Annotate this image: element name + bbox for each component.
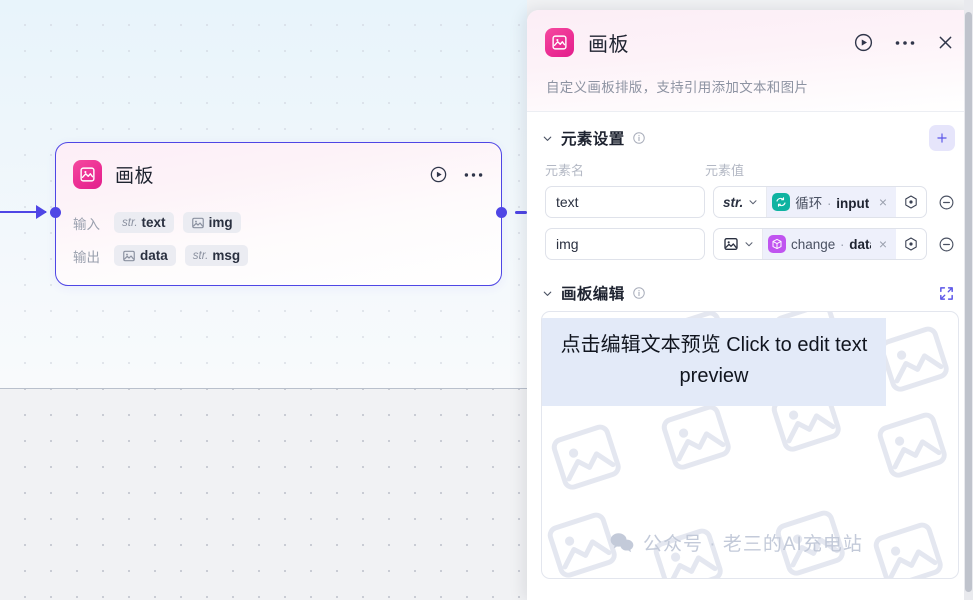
cube-icon xyxy=(768,235,786,253)
canvas-edit-title: 画板编辑 xyxy=(561,286,625,303)
node-body: 输入 str. text img 输出 data str. msg xyxy=(56,206,501,272)
element-name-input[interactable] xyxy=(545,186,705,218)
chevron-down-icon[interactable] xyxy=(541,132,554,145)
image-placeholder-icon xyxy=(866,398,958,496)
preview-text-block[interactable]: 点击编辑文本预览 Click to edit text preview xyxy=(542,318,886,406)
image-placeholder-icon xyxy=(862,508,957,578)
clear-reference-icon[interactable]: × xyxy=(876,236,890,252)
outgoing-edge-stub xyxy=(515,211,527,214)
vertical-scrollbar[interactable] xyxy=(964,0,973,600)
chip-label: img xyxy=(208,215,233,230)
loop-icon xyxy=(772,193,791,211)
element-reference-chip[interactable]: 循环 · input × xyxy=(767,187,896,217)
element-reference-text: change · data xyxy=(791,237,871,252)
node-header-actions xyxy=(429,165,483,184)
element-value-field[interactable]: str. 循环 · input × xyxy=(713,186,927,218)
element-row: str. 循环 · input × xyxy=(527,181,973,223)
canvas-edit-actions xyxy=(938,285,955,302)
canvas-node[interactable]: 画板 输入 str. text img 输出 data str. msg xyxy=(50,142,507,286)
clear-reference-icon[interactable]: × xyxy=(876,194,890,210)
reference-source: 循环 xyxy=(795,196,823,211)
watermark-text: 公众号 · 老三的AI充电站 xyxy=(643,534,863,555)
element-settings-title: 元素设置 xyxy=(561,131,625,148)
reference-source: change xyxy=(791,236,836,252)
element-name-input[interactable] xyxy=(545,228,705,260)
node-output-port[interactable] xyxy=(496,207,507,218)
node-output-chip-msg: str. msg xyxy=(184,245,249,266)
target-icon[interactable] xyxy=(896,194,926,210)
node-output-label: 输出 xyxy=(73,249,100,265)
node-title: 画板 xyxy=(115,166,155,187)
target-icon[interactable] xyxy=(896,236,926,252)
panel-subtitle: 自定义画板排版，支持引用添加文本和图片 xyxy=(546,80,809,95)
panel-header-actions xyxy=(853,32,955,53)
node-input-label: 输入 xyxy=(73,216,100,232)
chevron-down-icon xyxy=(743,238,755,250)
node-input-chip-img: img xyxy=(182,212,241,233)
image-placeholder-icon xyxy=(542,410,634,508)
watermark: 公众号 · 老三的AI充电站 xyxy=(610,529,863,556)
canvas-app-icon xyxy=(545,28,574,57)
node-input-row: 输入 str. text img xyxy=(73,206,484,239)
image-icon xyxy=(122,249,136,263)
node-output-chip-data: data xyxy=(114,245,176,266)
remove-element-button[interactable] xyxy=(935,236,957,253)
element-type-select[interactable] xyxy=(714,229,763,259)
panel-header: 画板 自定义画板排版，支持引用添加文本和图片 xyxy=(527,10,973,112)
info-circle-icon[interactable] xyxy=(632,286,646,300)
scrollbar-thumb[interactable] xyxy=(965,12,972,592)
node-input-chip-text: str. text xyxy=(114,212,174,233)
reference-field: data xyxy=(849,236,871,252)
canvas-edit-header[interactable]: 画板编辑 xyxy=(527,265,973,303)
node-header: 画板 xyxy=(56,143,501,206)
node-output-row: 输出 data str. msg xyxy=(73,239,484,272)
add-element-button[interactable] xyxy=(929,125,955,151)
fullscreen-icon[interactable] xyxy=(938,285,955,302)
incoming-edge-arrow-icon xyxy=(36,205,47,219)
panel-title: 画板 xyxy=(588,34,629,56)
chip-type-prefix: str. xyxy=(192,249,209,262)
chip-label: text xyxy=(141,215,166,230)
chip-type-prefix: str. xyxy=(122,216,138,229)
ellipsis-icon[interactable] xyxy=(895,40,915,46)
workflow-canvas[interactable]: 画板 输入 str. text img 输出 data str. msg xyxy=(0,0,527,600)
remove-element-button[interactable] xyxy=(935,194,957,211)
play-circle-icon[interactable] xyxy=(429,165,448,184)
chevron-down-icon[interactable] xyxy=(541,287,554,300)
node-input-port[interactable] xyxy=(50,207,61,218)
image-icon xyxy=(191,216,205,230)
chevron-down-icon xyxy=(747,196,759,208)
element-settings-actions xyxy=(929,125,955,151)
element-reference-text: 循环 · input xyxy=(795,196,870,211)
element-settings-header[interactable]: 元素设置 xyxy=(527,112,973,151)
image-icon xyxy=(723,236,739,252)
column-header-name: 元素名 xyxy=(545,163,585,178)
info-circle-icon[interactable] xyxy=(632,131,646,145)
canvas-preview[interactable]: 点击编辑文本预览 Click to edit text preview 公众号 … xyxy=(541,311,959,579)
close-icon[interactable] xyxy=(936,33,955,52)
node-detail-panel: 画板 自定义画板排版，支持引用添加文本和图片 元素设置 元素名 元素值 text… xyxy=(527,10,973,600)
chip-label: msg xyxy=(212,248,241,263)
element-type-select[interactable]: str. xyxy=(714,187,768,217)
play-circle-icon[interactable] xyxy=(853,32,874,53)
canvas-app-icon xyxy=(73,160,102,189)
reference-field: input xyxy=(836,196,870,211)
element-row: change · data × xyxy=(527,223,973,265)
element-column-labels: 元素名 元素值 xyxy=(527,150,973,181)
element-reference-chip[interactable]: change · data × xyxy=(763,229,896,259)
element-type-label: str. xyxy=(723,194,744,210)
chip-label: data xyxy=(140,248,168,263)
panel-title-row: 画板 xyxy=(545,26,955,59)
ellipsis-icon[interactable] xyxy=(464,172,483,178)
element-value-field[interactable]: change · data × xyxy=(713,228,927,260)
column-header-value: 元素值 xyxy=(705,163,745,178)
wechat-icon xyxy=(610,532,634,553)
